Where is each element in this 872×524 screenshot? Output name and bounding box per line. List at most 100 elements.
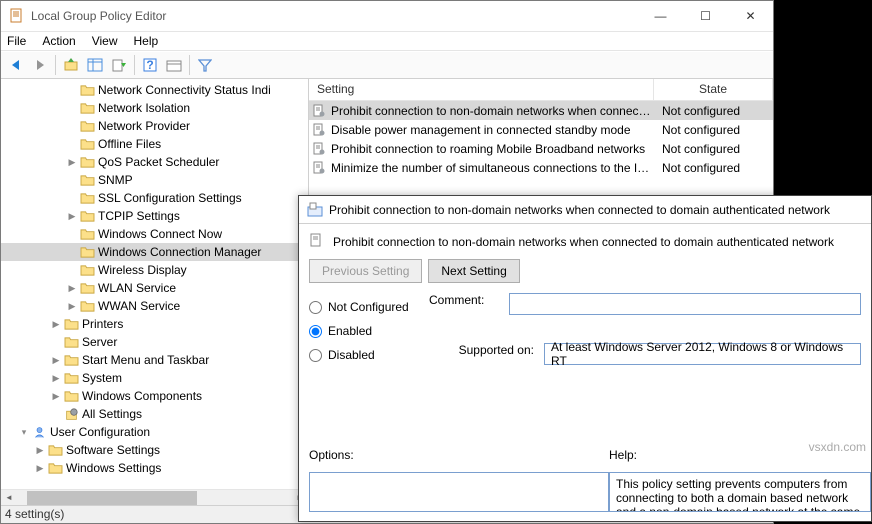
folder-icon: [63, 352, 79, 368]
minimize-button[interactable]: —: [638, 1, 683, 31]
tree-item[interactable]: ▶WLAN Service: [1, 279, 308, 297]
forward-icon[interactable]: [29, 54, 51, 76]
list-row[interactable]: Minimize the number of simultaneous conn…: [309, 158, 773, 177]
tree-scrollbar[interactable]: ◄►: [1, 489, 308, 505]
back-icon[interactable]: [5, 54, 27, 76]
menu-view[interactable]: View: [92, 34, 118, 48]
tree-item-label: Server: [82, 335, 117, 349]
tree-item[interactable]: Wireless Display: [1, 261, 308, 279]
next-setting-button[interactable]: Next Setting: [428, 259, 519, 283]
tree-item-label: TCPIP Settings: [98, 209, 180, 223]
dialog-titlebar[interactable]: Prohibit connection to non-domain networ…: [299, 196, 871, 224]
titlebar[interactable]: Local Group Policy Editor — ☐ ✕: [1, 1, 773, 31]
expander-icon[interactable]: ▶: [49, 391, 63, 402]
settings-icon: [63, 406, 79, 422]
tree-item[interactable]: Windows Connection Manager: [1, 243, 308, 261]
tree-item[interactable]: ▶Windows Components: [1, 387, 308, 405]
expander-icon[interactable]: ▶: [65, 283, 79, 294]
tree-item[interactable]: ▶ TCPIP Settings: [1, 207, 308, 225]
help-text: This policy setting prevents computers f…: [609, 472, 871, 512]
folder-icon: [79, 100, 95, 116]
tree-item-label: QoS Packet Scheduler: [98, 155, 219, 169]
setting-name: Prohibit connection to roaming Mobile Br…: [329, 142, 654, 156]
tree-item[interactable]: Offline Files: [1, 135, 308, 153]
folder-icon: [79, 298, 95, 314]
tree-item[interactable]: ▶Printers: [1, 315, 308, 333]
expander-icon[interactable]: ▶: [49, 355, 63, 366]
tree-item[interactable]: ▶ QoS Packet Scheduler: [1, 153, 308, 171]
expander-icon[interactable]: ▶: [65, 211, 79, 222]
menu-file[interactable]: File: [7, 34, 26, 48]
tree-item[interactable]: SSL Configuration Settings: [1, 189, 308, 207]
options-box[interactable]: [309, 472, 609, 512]
tree-item[interactable]: ▶Start Menu and Taskbar: [1, 351, 308, 369]
setting-name: Prohibit connection to non-domain networ…: [329, 104, 654, 118]
tree-item[interactable]: Server: [1, 333, 308, 351]
menu-action[interactable]: Action: [42, 34, 75, 48]
state-radios: Not Configured Enabled Disabled: [309, 293, 429, 367]
properties-icon[interactable]: [163, 54, 185, 76]
expander-icon[interactable]: ▶: [65, 301, 79, 312]
supported-label: Supported on:: [429, 343, 534, 365]
show-hide-icon[interactable]: [84, 54, 106, 76]
tree-item-label: Network Provider: [98, 119, 190, 133]
radio-enabled[interactable]: Enabled: [309, 319, 429, 343]
expander-icon[interactable]: ▶: [33, 463, 47, 474]
tree-pane[interactable]: Network Connectivity Status Indi Network …: [1, 79, 309, 505]
list-row[interactable]: Prohibit connection to roaming Mobile Br…: [309, 139, 773, 158]
tree-item[interactable]: SNMP: [1, 171, 308, 189]
expander-icon[interactable]: ▶: [33, 445, 47, 456]
folder-icon: [79, 190, 95, 206]
setting-icon: [309, 232, 325, 251]
comment-label: Comment:: [429, 293, 499, 315]
setting-icon: [309, 104, 329, 118]
tree-item[interactable]: ▶System: [1, 369, 308, 387]
tree-item[interactable]: Network Isolation: [1, 99, 308, 117]
tree-item[interactable]: ▶WWAN Service: [1, 297, 308, 315]
svg-text:?: ?: [146, 58, 153, 72]
list-row[interactable]: Disable power management in connected st…: [309, 120, 773, 139]
tree-item[interactable]: ▶ Software Settings: [1, 441, 308, 459]
column-setting[interactable]: Setting: [309, 79, 654, 100]
maximize-button[interactable]: ☐: [683, 1, 728, 31]
setting-state: Not configured: [654, 104, 740, 118]
expander-icon[interactable]: ▾: [17, 427, 31, 438]
tree-item[interactable]: Network Provider: [1, 117, 308, 135]
folder-icon: [79, 172, 95, 188]
user-icon: [31, 424, 47, 440]
folder-icon: [79, 226, 95, 242]
menubar: File Action View Help: [1, 31, 773, 51]
tree-item-label: Network Connectivity Status Indi: [98, 83, 271, 97]
tree-item[interactable]: All Settings: [1, 405, 308, 423]
folder-icon: [79, 154, 95, 170]
dialog-heading: Prohibit connection to non-domain networ…: [333, 235, 834, 249]
folder-icon: [63, 370, 79, 386]
radio-not-configured[interactable]: Not Configured: [309, 295, 429, 319]
expander-icon[interactable]: ▶: [49, 319, 63, 330]
export-icon[interactable]: [108, 54, 130, 76]
radio-disabled[interactable]: Disabled: [309, 343, 429, 367]
filter-icon[interactable]: [194, 54, 216, 76]
tree-item[interactable]: ▶ Windows Settings: [1, 459, 308, 477]
expander-icon[interactable]: ▶: [65, 157, 79, 168]
column-state[interactable]: State: [654, 79, 773, 100]
expander-icon[interactable]: ▶: [49, 373, 63, 384]
tree-item-label: Windows Settings: [66, 461, 161, 475]
tree-item[interactable]: Windows Connect Now: [1, 225, 308, 243]
up-icon[interactable]: [60, 54, 82, 76]
tree-item-label: SNMP: [98, 173, 133, 187]
tree-item[interactable]: Network Connectivity Status Indi: [1, 81, 308, 99]
folder-icon: [63, 334, 79, 350]
menu-help[interactable]: Help: [134, 34, 159, 48]
folder-icon: [79, 118, 95, 134]
setting-icon: [309, 123, 329, 137]
list-row[interactable]: Prohibit connection to non-domain networ…: [309, 101, 773, 120]
help-icon[interactable]: ?: [139, 54, 161, 76]
folder-icon: [63, 316, 79, 332]
setting-state: Not configured: [654, 123, 740, 137]
close-button[interactable]: ✕: [728, 1, 773, 31]
comment-field[interactable]: [509, 293, 861, 315]
tree-item-label: Software Settings: [66, 443, 160, 457]
tree-item[interactable]: ▾User Configuration: [1, 423, 308, 441]
supported-field: At least Windows Server 2012, Windows 8 …: [544, 343, 861, 365]
